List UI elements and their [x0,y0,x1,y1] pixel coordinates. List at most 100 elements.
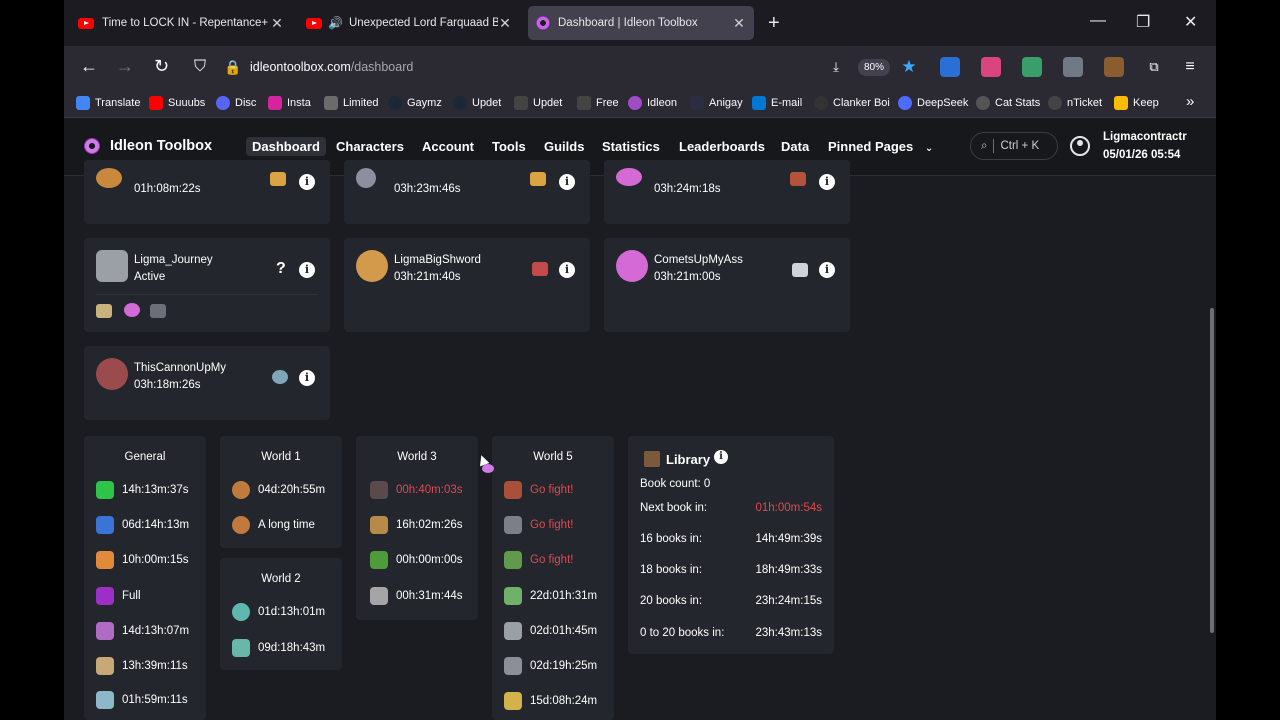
bookmark-updet[interactable]: Updet [453,96,501,110]
lock-icon[interactable]: 🔒 [224,59,241,76]
info-icon[interactable]: i [299,262,315,278]
character-status: Active [134,271,166,283]
world-row: 02d:01h:45m [504,622,597,640]
menu-guilds[interactable]: Guilds [538,137,590,156]
menu-account[interactable]: Account [416,137,480,156]
row-value: 23h:24m:15s [755,595,823,607]
extension-icon[interactable] [1104,57,1124,77]
menu-leaderboards[interactable]: Leaderboards [673,137,771,156]
menu-tools[interactable]: Tools [486,137,532,156]
scrollbar[interactable] [1210,308,1214,633]
close-icon[interactable]: ✕ [498,15,512,32]
bookmark-keep[interactable]: Keep [1114,96,1159,110]
bookmark-label: Free [596,97,619,109]
puzzle-icon[interactable]: ⧉ [1144,57,1164,77]
bookmark-limited[interactable]: Limited [324,96,378,110]
info-icon[interactable]: i [819,174,835,190]
timer-value: 01d:13h:01m [258,606,326,618]
character-avatar [356,168,376,188]
bookmark-email[interactable]: E-mail [752,96,802,110]
close-icon[interactable]: ✕ [270,15,284,32]
bookmark-free[interactable]: Free [577,96,619,110]
cursor-pet-icon [482,464,494,473]
close-icon[interactable]: ✕ [732,15,746,32]
bookmark-label: Clanker Boi [833,97,890,109]
row-label: Next book in: [640,502,708,514]
bookmark-insta[interactable]: Insta [268,96,311,110]
bookmark-deepseek[interactable]: DeepSeek [898,96,968,110]
bookmark-label: nTicket [1067,97,1103,109]
tab-youtube-1[interactable]: Time to LOCK IN - Repentance+ #388 ✕ [70,6,292,40]
info-icon[interactable]: i [714,450,728,464]
character-avatar [96,250,128,282]
page-content: Idleon Toolbox Dashboard Characters Acco… [64,118,1216,720]
bookmark-updet-2[interactable]: Updet [514,96,562,110]
bookmark-disc[interactable]: Disc [216,96,256,110]
forward-button[interactable]: → [116,56,134,77]
character-timer: 03h:21m:40s [394,271,461,283]
info-icon[interactable]: i [299,174,315,190]
reload-button[interactable]: ↻ [154,56,169,77]
world-row: 15d:08h:24m [504,692,597,710]
chevron-double-right-icon[interactable]: » [1186,93,1194,110]
info-icon[interactable]: i [559,262,575,278]
bookmark-label: Anigay [709,97,743,109]
search-button[interactable]: ⌕ Ctrl + K [970,132,1058,160]
menu-characters[interactable]: Characters [330,137,410,156]
menu-pinned-pages[interactable]: Pinned Pages ⌄ [822,137,939,156]
restore-button[interactable]: ❐ [1136,12,1150,32]
character-avatar [96,358,128,390]
shield-icon[interactable]: ⛉ [194,58,206,76]
panel-title: World 1 [261,451,301,463]
user-icon[interactable] [1070,136,1090,156]
close-window-button[interactable]: ✕ [1184,12,1197,32]
timer-value: 00h:31m:44s [396,590,463,602]
info-icon[interactable]: i [819,262,835,278]
bookmark-suuubs[interactable]: Suuubs [149,96,205,110]
menu-dashboard[interactable]: Dashboard [246,137,326,156]
character-avatar [356,250,388,282]
star-icon[interactable]: ★ [899,57,919,77]
bookmark-clanker-boi[interactable]: Clanker Boi [814,96,890,110]
tab-dashboard[interactable]: Dashboard | Idleon Toolbox ✕ [528,6,754,40]
extension-icon[interactable] [1022,57,1042,77]
download-icon[interactable]: ⤓ [826,57,846,77]
timer-value: 16h:02m:26s [396,519,463,531]
activity-icon [790,172,806,186]
gem-icon [96,587,114,605]
book-count: Book count: 0 [640,478,711,490]
item-icon [124,303,140,317]
menu-data[interactable]: Data [775,137,815,156]
new-tab-button[interactable]: + [768,12,780,35]
library-row: 16 books in: 14h:49m:39s [640,533,822,545]
url-bar[interactable]: idleontoolbox.com/dashboard [250,60,413,74]
minimize-button[interactable]: — [1090,12,1106,30]
bookmark-nticket[interactable]: nTicket [1048,96,1102,110]
bookmark-label: Limited [343,97,379,109]
bookmark-anigay[interactable]: Anigay [690,96,743,110]
bookmark-translate[interactable]: Translate [76,96,140,110]
search-icon: ⌕ [981,139,988,152]
bookmark-label: Updet [533,97,563,109]
general-row: 06d:14h:13m [96,516,189,534]
zoom-level[interactable]: 80% [858,59,891,76]
world-5-panel: World 5 Go fight! Go fight! Go fight! 22… [492,436,614,720]
info-icon[interactable]: i [299,370,315,386]
extension-icon[interactable] [1063,57,1083,77]
back-button[interactable]: ← [80,56,98,77]
translate-icon [76,96,90,110]
bookmark-cat-stats[interactable]: Cat Stats [976,96,1040,110]
tab-youtube-2[interactable]: 🔊 Unexpected Lord Farquaad Barbe ✕ [298,6,520,40]
user-name: Ligmacontractr [1103,131,1187,143]
extension-icon[interactable] [981,57,1001,77]
bookmark-gaymz[interactable]: Gaymz [388,96,442,110]
bookmark-idleon[interactable]: Idleon [628,96,677,110]
menu-statistics[interactable]: Statistics [596,137,666,156]
extension-icon[interactable] [940,57,960,77]
menu-icon[interactable]: ≡ [1180,57,1200,77]
bench-icon [370,516,388,534]
info-icon[interactable]: i [559,174,575,190]
speaker-icon[interactable]: 🔊 [328,16,343,30]
brand[interactable]: Idleon Toolbox [84,138,212,154]
discord-icon [216,96,230,110]
